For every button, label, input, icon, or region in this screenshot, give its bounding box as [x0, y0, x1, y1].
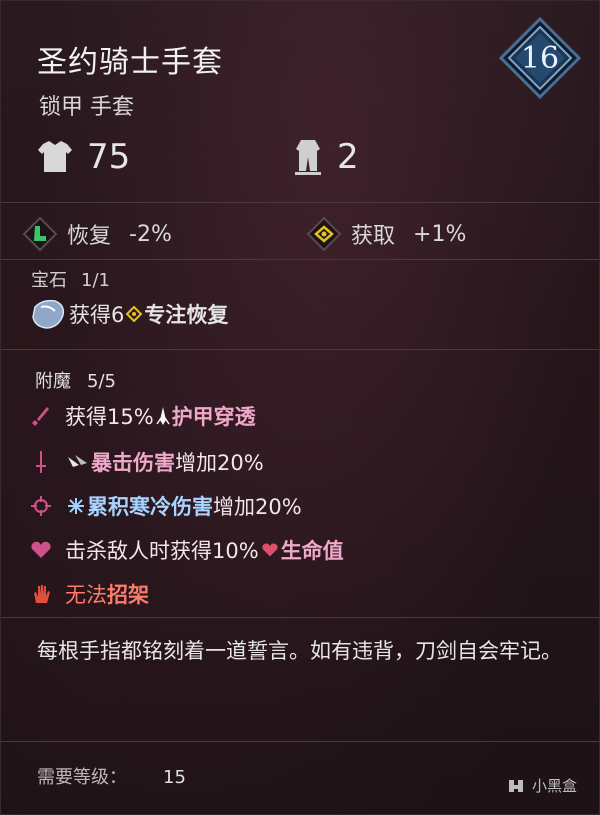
heart-icon: [29, 538, 53, 562]
armor-value: 75: [87, 137, 131, 177]
gain-attribute: 获取 +1%: [307, 217, 466, 251]
enchant-text: 增加20%: [213, 495, 302, 519]
item-level: 16: [520, 40, 560, 76]
gem-label: 宝石: [31, 270, 67, 291]
divider: [1, 617, 599, 618]
enchant-keyword: 招架: [107, 583, 149, 607]
enchant-text: 获得15%: [65, 405, 154, 429]
bloody-hand-icon: [29, 582, 53, 606]
armor-pierce-icon: [156, 407, 170, 425]
divider: [1, 202, 599, 203]
enchant-keyword: 护甲穿透: [171, 405, 256, 429]
gain-label: 获取: [351, 224, 396, 249]
gem-count: 1/1: [81, 270, 110, 291]
requirement-value: 15: [163, 767, 186, 788]
enchant-item: 无法 招架: [29, 579, 149, 609]
dagger-icon: [29, 404, 53, 428]
enchant-item: 累积寒冷伤害 增加20%: [29, 491, 302, 521]
enchant-label: 附魔: [35, 371, 71, 392]
enchant-item: 获得15% 护甲穿透: [29, 401, 256, 431]
focus-icon: [126, 306, 143, 322]
recovery-attribute: 恢复 -2%: [23, 217, 172, 251]
critical-strike-icon: [68, 455, 87, 467]
chest-armor-icon: [38, 141, 72, 172]
life-heart-icon: [262, 543, 278, 557]
weight-value: 2: [337, 137, 359, 177]
item-level-badge: 16: [498, 16, 582, 100]
enchant-count: 5/5: [87, 371, 116, 392]
flavor-text: 每根手指都铭刻着一道誓言。如有违背，刀剑自会牢记。: [37, 639, 562, 663]
armor-stat: 75: [35, 137, 130, 177]
heybox-logo-icon: [508, 779, 523, 792]
enchant-text: 无法: [65, 583, 107, 607]
watermark: 小黑盒: [506, 775, 577, 796]
gem-section-header: 宝石 1/1: [31, 266, 110, 292]
level-requirement: 需要等级： 15: [37, 763, 186, 789]
enchant-item: 击杀敌人时获得10% 生命值: [29, 535, 344, 565]
sword-icon: [29, 450, 53, 474]
eye-icon: [307, 217, 341, 251]
frost-icon: [68, 498, 84, 514]
recovery-value: -2%: [129, 221, 172, 247]
weight-stat: 2: [291, 137, 359, 177]
divider: [1, 349, 599, 350]
enchant-text: 击杀敌人时获得10%: [65, 539, 259, 563]
requirement-label: 需要等级：: [37, 767, 127, 788]
gem-effect: 获得6 专注恢复: [29, 297, 228, 331]
gain-value: +1%: [413, 221, 467, 247]
item-tooltip: 圣约骑士手套 锁甲 手套 16 75 2 恢复 -2% 获取 +1% 宝石 1/…: [0, 0, 600, 815]
item-name: 圣约骑士手套: [37, 45, 223, 80]
enchant-keyword: 暴击伤害: [91, 451, 175, 475]
enchant-text: 增加20%: [175, 451, 264, 475]
enchant-keyword: 生命值: [280, 539, 344, 563]
divider: [1, 741, 599, 742]
watermark-text: 小黑盒: [531, 777, 577, 795]
enchant-keyword: 累积寒冷伤害: [87, 495, 213, 519]
weight-armor-icon: [295, 140, 321, 175]
recovery-label: 恢复: [67, 224, 112, 249]
gem-effect-prefix: 获得6: [69, 303, 125, 327]
enchant-section-header: 附魔 5/5: [35, 367, 116, 393]
enchant-item: 暴击伤害 增加20%: [29, 447, 264, 477]
gem-stone-icon: [32, 299, 65, 329]
boot-icon: [23, 217, 57, 251]
crosshair-icon: [29, 494, 53, 518]
divider: [1, 259, 599, 260]
gem-effect-keyword: 专注恢复: [144, 303, 229, 327]
item-type: 锁甲 手套: [39, 95, 134, 120]
